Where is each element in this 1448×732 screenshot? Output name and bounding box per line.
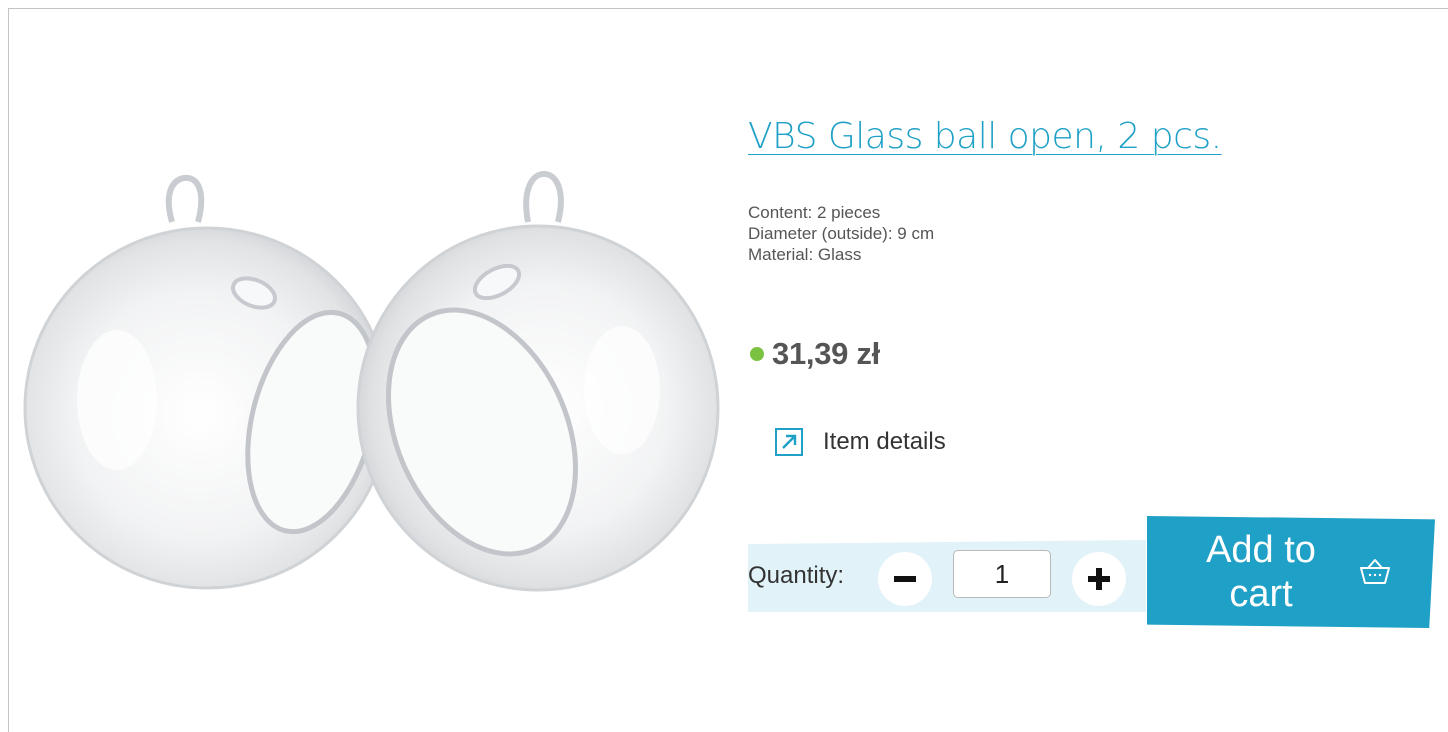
price-row: 31,39 zł: [750, 336, 880, 372]
plus-icon: [1088, 568, 1110, 590]
item-details-link[interactable]: Item details: [775, 428, 946, 456]
minus-icon: [894, 568, 916, 590]
quantity-decrement-button[interactable]: [878, 552, 932, 606]
product-specs: Content: 2 pieces Diameter (outside): 9 …: [748, 202, 934, 265]
quantity-increment-button[interactable]: [1072, 552, 1126, 606]
spec-diameter: Diameter (outside): 9 cm: [748, 224, 935, 243]
quantity-label: Quantity:: [748, 562, 845, 589]
spec-material: Material: Glass: [748, 245, 862, 264]
product-price: 31,39 zł: [772, 336, 880, 371]
product-title[interactable]: VBS Glass ball open, 2 pcs.: [748, 116, 1222, 157]
stock-status-dot: [750, 347, 764, 361]
spec-content: Content: 2 pieces: [748, 203, 881, 222]
product-image[interactable]: [22, 160, 722, 600]
quantity-input[interactable]: [953, 550, 1051, 598]
item-details-label: Item details: [823, 428, 946, 455]
basket-icon: [1359, 558, 1391, 586]
add-to-cart-label: Add to cart: [1206, 529, 1316, 615]
add-to-cart-button[interactable]: Add to cart: [1147, 516, 1435, 628]
external-link-arrow-icon: [775, 428, 803, 456]
